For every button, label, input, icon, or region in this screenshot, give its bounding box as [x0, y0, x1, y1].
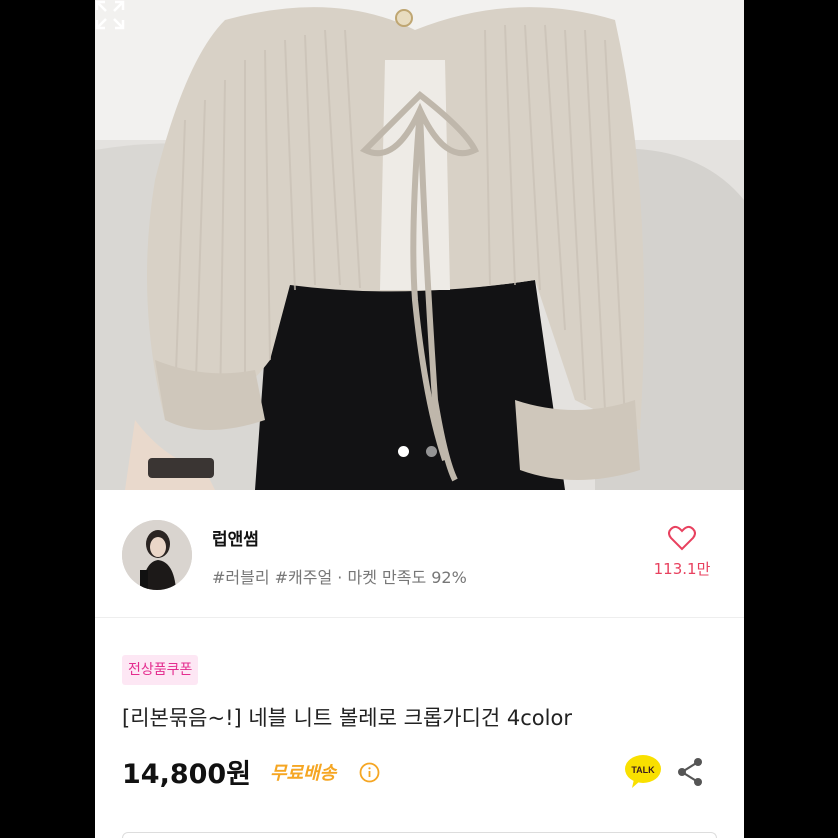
product-photo	[95, 0, 744, 490]
seller-name[interactable]: 럽앤썸	[212, 525, 259, 550]
like-count: 113.1만	[653, 560, 711, 578]
talk-badge-text: TALK	[631, 765, 655, 775]
share-icon[interactable]	[674, 756, 706, 788]
seller-info-row[interactable]: 럽앤썸 #러블리 #캐주얼 · 마켓 만족도 92% 113.1만	[95, 490, 744, 618]
product-image-carousel[interactable]	[95, 0, 744, 490]
carousel-indicator[interactable]	[398, 446, 437, 457]
expand-icon[interactable]	[95, 0, 125, 30]
seller-tags: #러블리 #캐주얼 · 마켓 만족도 92%	[212, 568, 467, 587]
free-shipping-label: 무료배송	[270, 763, 337, 784]
info-icon[interactable]	[359, 762, 380, 783]
avatar-image	[122, 520, 192, 590]
product-price: 14,800원	[122, 759, 252, 790]
product-title: [리본묶음~!] 네블 니트 볼레로 크롭가디건 4color	[122, 706, 572, 730]
carousel-dot-2[interactable]	[426, 446, 437, 457]
kakaotalk-icon[interactable]: TALK	[624, 754, 662, 790]
seller-avatar[interactable]	[122, 520, 192, 590]
like-button[interactable]: 113.1만	[647, 525, 717, 579]
option-select-box-edge[interactable]	[122, 832, 717, 838]
coupon-badge[interactable]: 전상품쿠폰	[122, 655, 199, 685]
carousel-dot-1[interactable]	[398, 446, 409, 457]
heart-icon[interactable]	[668, 525, 696, 551]
product-detail-screen: 럽앤썸 #러블리 #캐주얼 · 마켓 만족도 92% 113.1만 전상품쿠폰 …	[95, 0, 744, 838]
